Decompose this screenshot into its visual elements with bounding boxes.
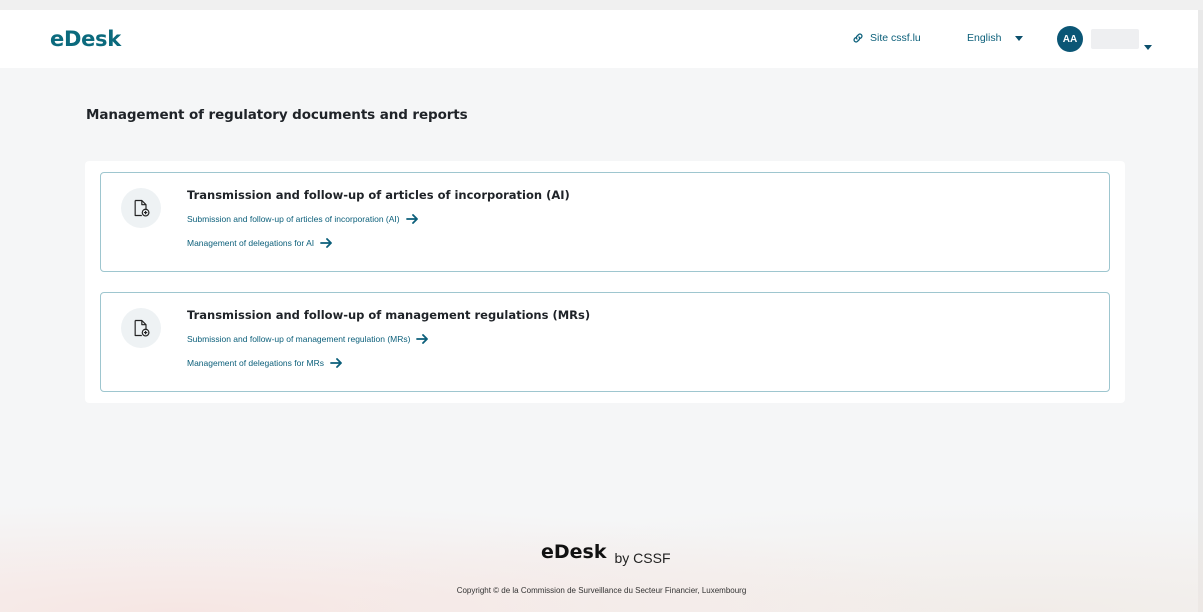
link-label: Management of delegations for MRs: [187, 358, 325, 368]
card-articles-of-incorporation: Transmission and follow-up of articles o…: [100, 172, 1110, 272]
link-label: Submission and follow-up of management r…: [187, 334, 411, 344]
footer-logo: eDesk by CSSF: [541, 541, 671, 566]
language-select[interactable]: English: [967, 32, 1024, 44]
delegations-ai-link[interactable]: Management of delegations for AI: [187, 238, 333, 248]
footer-by-cssf: by CSSF: [614, 550, 671, 566]
copyright: Copyright © de la Commission de Surveill…: [456, 586, 747, 595]
arrow-right-icon: [416, 334, 429, 344]
arrow-right-icon: [330, 358, 343, 368]
header: eDesk Site cssf.lu English AA: [0, 10, 1198, 68]
language-label: English: [967, 32, 1002, 44]
cards-container: Transmission and follow-up of articles o…: [85, 161, 1125, 403]
card-title: Transmission and follow-up of management…: [187, 308, 591, 322]
site-link-label: Site cssf.lu: [870, 32, 921, 44]
top-strip: [0, 0, 1203, 10]
user-menu-toggle[interactable]: [1130, 37, 1152, 55]
document-add-icon: [121, 188, 161, 228]
link-label: Management of delegations for AI: [187, 238, 315, 248]
logo[interactable]: eDesk: [50, 27, 121, 51]
delegations-mrs-link[interactable]: Management of delegations for MRs: [187, 358, 343, 368]
card-title: Transmission and follow-up of articles o…: [187, 188, 570, 202]
submission-mrs-link[interactable]: Submission and follow-up of management r…: [187, 334, 429, 344]
arrow-right-icon: [405, 214, 419, 224]
page-title: Management of regulatory documents and r…: [86, 107, 468, 123]
card-management-regulations: Transmission and follow-up of management…: [100, 292, 1110, 392]
link-icon: [853, 33, 863, 43]
chevron-down-icon: [1144, 45, 1152, 50]
document-add-icon: [121, 308, 161, 348]
avatar[interactable]: AA: [1057, 26, 1083, 52]
arrow-right-icon: [320, 238, 333, 248]
chevron-down-icon: [1015, 35, 1024, 41]
footer-edesk: eDesk: [541, 541, 607, 563]
submission-ai-link[interactable]: Submission and follow-up of articles of …: [187, 214, 419, 224]
page: eDesk Site cssf.lu English AA Management…: [0, 0, 1203, 612]
link-label: Submission and follow-up of articles of …: [187, 214, 400, 224]
site-cssf-link[interactable]: Site cssf.lu: [852, 32, 921, 44]
